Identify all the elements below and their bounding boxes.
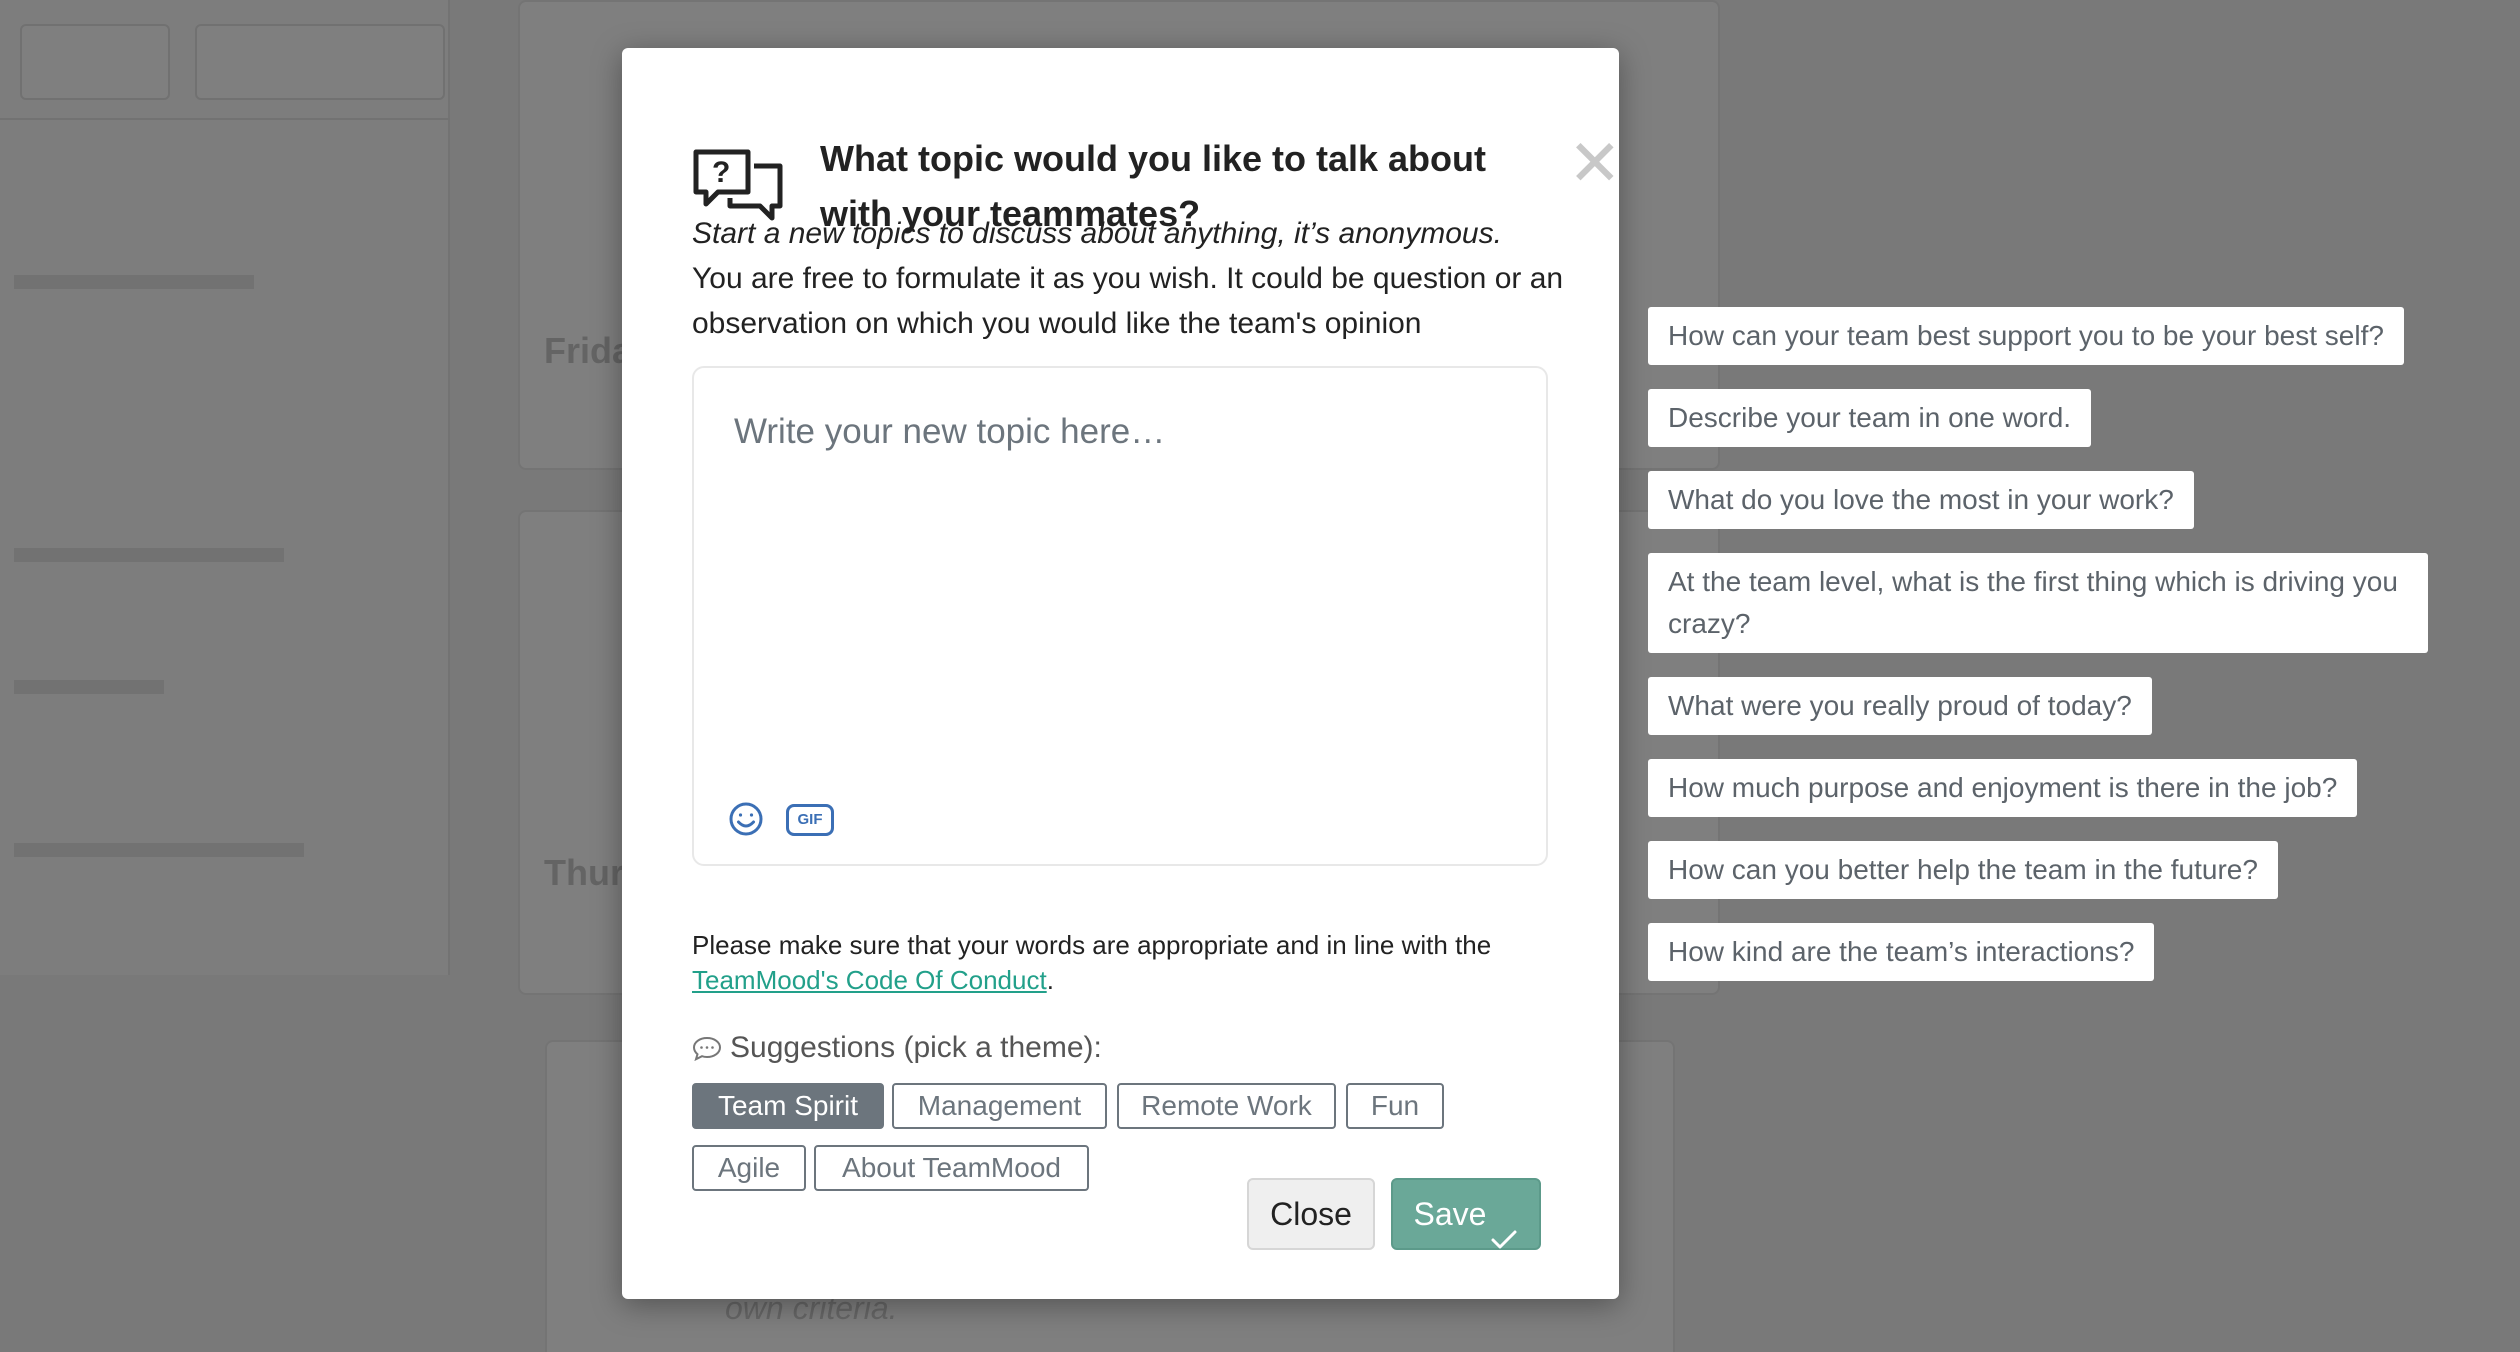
intro-text: You are free to formulate it as you wish… [692,262,1564,340]
suggestion-item[interactable]: How can you better help the team in the … [1648,841,2278,899]
emoji-icon[interactable] [728,801,764,837]
suggestion-item[interactable]: Describe your team in one word. [1648,389,2092,447]
new-topic-modal: ? What topic would you like to talk abou… [622,48,1622,1299]
code-of-conduct-link[interactable]: TeamMood's Code Of Conduct [692,965,1047,995]
speech-bubble-icon [692,1035,722,1062]
notice-text: Please make sure that your words are app… [692,930,1492,960]
save-button-label: Save [1413,1196,1487,1232]
suggestion-item[interactable]: How can your team best support you to be… [1648,307,2404,365]
topic-input[interactable] [694,368,1546,768]
suggestion-item[interactable]: What were you really proud of today? [1648,677,2152,735]
suggestions-label-text: Suggestions (pick a theme): [730,1031,1102,1064]
theme-team-spirit-button[interactable]: Team Spirit [692,1083,884,1129]
suggestions-label: Suggestions (pick a theme): [692,1031,1102,1065]
suggestion-item[interactable]: At the team level, what is the first thi… [1648,553,2428,653]
svg-text:?: ? [712,156,730,189]
intro-italic-text: Start a new topics to discuss about anyt… [692,217,1502,250]
gif-icon[interactable]: GIF [786,804,834,836]
topic-editor: GIF [692,366,1548,866]
modal-intro: Start a new topics to discuss about anyt… [692,211,1572,346]
save-button[interactable]: Save [1391,1178,1541,1250]
code-of-conduct-notice: Please make sure that your words are app… [692,928,1572,998]
theme-fun-button[interactable]: Fun [1346,1083,1444,1129]
theme-agile-button[interactable]: Agile [692,1145,806,1191]
modal-header: ? What topic would you like to talk abou… [692,88,1622,234]
theme-management-button[interactable]: Management [892,1083,1107,1129]
theme-remote-work-button[interactable]: Remote Work [1117,1083,1336,1129]
suggestion-item[interactable]: How kind are the team’s interactions? [1648,923,2155,981]
suggestion-item[interactable]: How much purpose and enjoyment is there … [1648,759,2358,817]
close-button[interactable]: Close [1247,1178,1375,1250]
suggestion-item[interactable]: What do you love the most in your work? [1648,471,2194,529]
close-icon[interactable]: ✕ [1568,132,1622,196]
theme-about-teammood-button[interactable]: About TeamMood [814,1145,1089,1191]
checkmark-icon [1490,1206,1518,1249]
notice-period: . [1046,965,1054,995]
